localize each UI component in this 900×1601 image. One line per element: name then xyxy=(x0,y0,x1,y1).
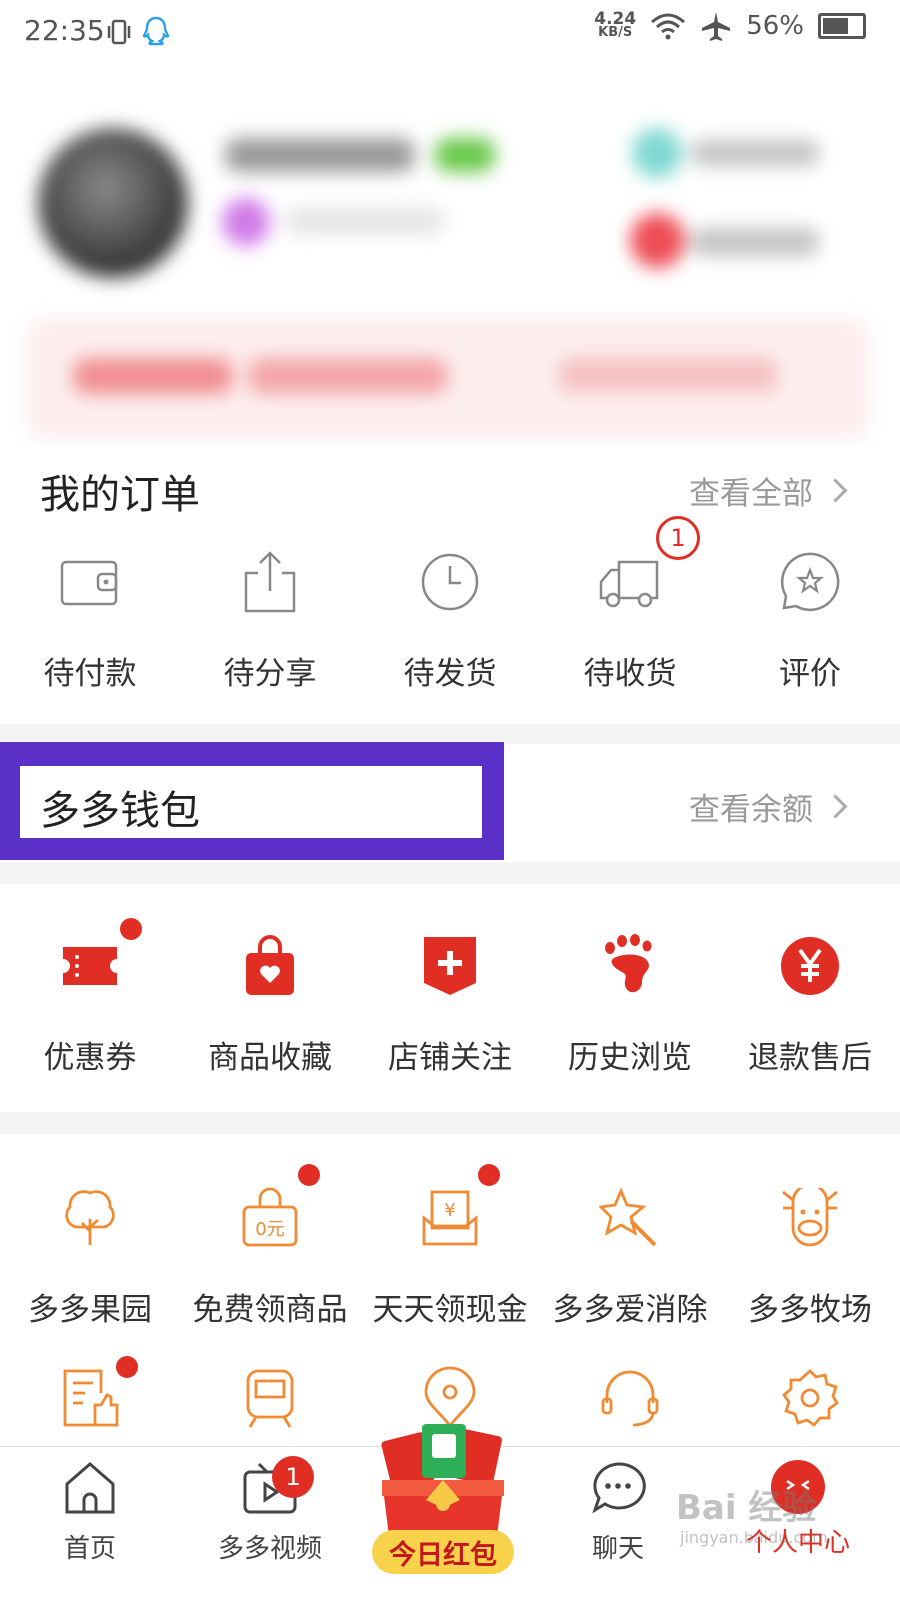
train-icon xyxy=(244,1358,296,1438)
watermark-url: jingyan.baidu.com xyxy=(680,1528,828,1547)
wallet-title: 多多钱包 xyxy=(40,788,200,834)
view-balance-link[interactable]: 查看余额 xyxy=(689,784,848,829)
svg-text:¥: ¥ xyxy=(444,1200,455,1221)
star-wand-icon xyxy=(599,1178,661,1258)
store-plus-icon xyxy=(422,926,478,1006)
yuan-circle-icon xyxy=(780,926,840,1006)
battery-icon xyxy=(818,13,866,39)
services-card: 多多果园 0元 免费领商品 ¥ 天天领现金 多多爱消除 多多牧场 xyxy=(0,1134,900,1454)
ticket-icon xyxy=(59,926,121,1006)
wifi-icon xyxy=(651,13,686,40)
chevron-right-icon xyxy=(823,794,848,819)
shortcut-history[interactable]: 历史浏览 xyxy=(540,926,720,1077)
tree-icon xyxy=(60,1178,120,1258)
note-thumb-icon xyxy=(59,1358,121,1438)
service-ranch[interactable]: 多多牧场 xyxy=(720,1178,900,1329)
profile-header[interactable] xyxy=(0,68,900,446)
shortcut-favorites[interactable]: 商品收藏 xyxy=(180,926,360,1077)
service-settings[interactable] xyxy=(720,1358,900,1438)
chat-bubble-icon xyxy=(589,1460,647,1520)
red-packet-label-pill: 今日红包 xyxy=(372,1530,514,1574)
notification-dot xyxy=(116,1356,138,1378)
service-feedback[interactable] xyxy=(0,1356,180,1438)
shortcuts-card: 优惠券 商品收藏 店铺关注 历史浏览 退款售后 xyxy=(0,884,900,1112)
nav-red-packet[interactable]: 今日红包 xyxy=(368,1418,518,1588)
zero-bag-icon: 0元 xyxy=(240,1178,300,1258)
avatar xyxy=(38,128,188,278)
watermark-logo: Bai 经验 xyxy=(676,1488,817,1528)
battery-percent: 56% xyxy=(746,11,804,41)
svg-text:0元: 0元 xyxy=(255,1219,284,1240)
order-item-pending-shipment[interactable]: 待发货 xyxy=(360,542,540,693)
video-badge: 1 xyxy=(272,1456,314,1498)
service-daily-cash[interactable]: ¥ 天天领现金 xyxy=(360,1164,540,1329)
nav-video[interactable]: 1 多多视频 xyxy=(180,1456,360,1565)
orders-card: 我的订单 查看全部 待付款 待分享 待发货 1 待收货 评价 xyxy=(0,446,900,724)
notification-dot xyxy=(120,918,142,940)
nav-home[interactable]: 首页 xyxy=(0,1460,180,1565)
home-icon xyxy=(61,1460,119,1520)
orders-title: 我的订单 xyxy=(40,472,200,518)
status-time: 22:35 xyxy=(24,14,105,47)
order-badge: 1 xyxy=(656,516,700,560)
status-bar: 22:35 4.24 KB/S 56% xyxy=(0,0,900,68)
service-match-game[interactable]: 多多爱消除 xyxy=(540,1178,720,1329)
order-item-pending-payment[interactable]: 待付款 xyxy=(0,542,180,693)
star-bubble-icon xyxy=(778,542,842,622)
truck-icon xyxy=(597,542,663,622)
settings-icon xyxy=(779,1358,841,1438)
view-all-orders-link[interactable]: 查看全部 xyxy=(689,468,848,513)
order-item-pending-receipt[interactable]: 1 待收货 xyxy=(540,516,720,693)
service-customer-service[interactable] xyxy=(540,1358,720,1438)
qq-icon xyxy=(142,16,170,52)
notification-dot xyxy=(298,1164,320,1186)
network-speed: 4.24 KB/S xyxy=(594,9,637,40)
notification-dot xyxy=(478,1164,500,1186)
airplane-icon xyxy=(702,12,731,41)
service-orchard[interactable]: 多多果园 xyxy=(0,1178,180,1329)
chevron-right-icon xyxy=(823,478,848,503)
cash-envelope-icon: ¥ xyxy=(420,1178,480,1258)
share-icon xyxy=(240,542,300,622)
vibrate-icon xyxy=(106,18,132,50)
headset-icon xyxy=(599,1358,661,1438)
shortcut-followed-stores[interactable]: 店铺关注 xyxy=(360,926,540,1077)
footprint-icon xyxy=(600,926,660,1006)
service-train[interactable] xyxy=(180,1358,360,1438)
shortcut-coupons[interactable]: 优惠券 xyxy=(0,918,180,1077)
order-item-review[interactable]: 评价 xyxy=(720,542,900,693)
heart-bag-icon xyxy=(242,926,298,1006)
cow-icon xyxy=(779,1178,841,1258)
shortcut-refunds[interactable]: 退款售后 xyxy=(720,926,900,1077)
service-free-goods[interactable]: 0元 免费领商品 xyxy=(180,1164,360,1329)
order-item-pending-share[interactable]: 待分享 xyxy=(180,542,360,693)
wallet-icon xyxy=(58,542,122,622)
clock-icon xyxy=(419,542,481,622)
